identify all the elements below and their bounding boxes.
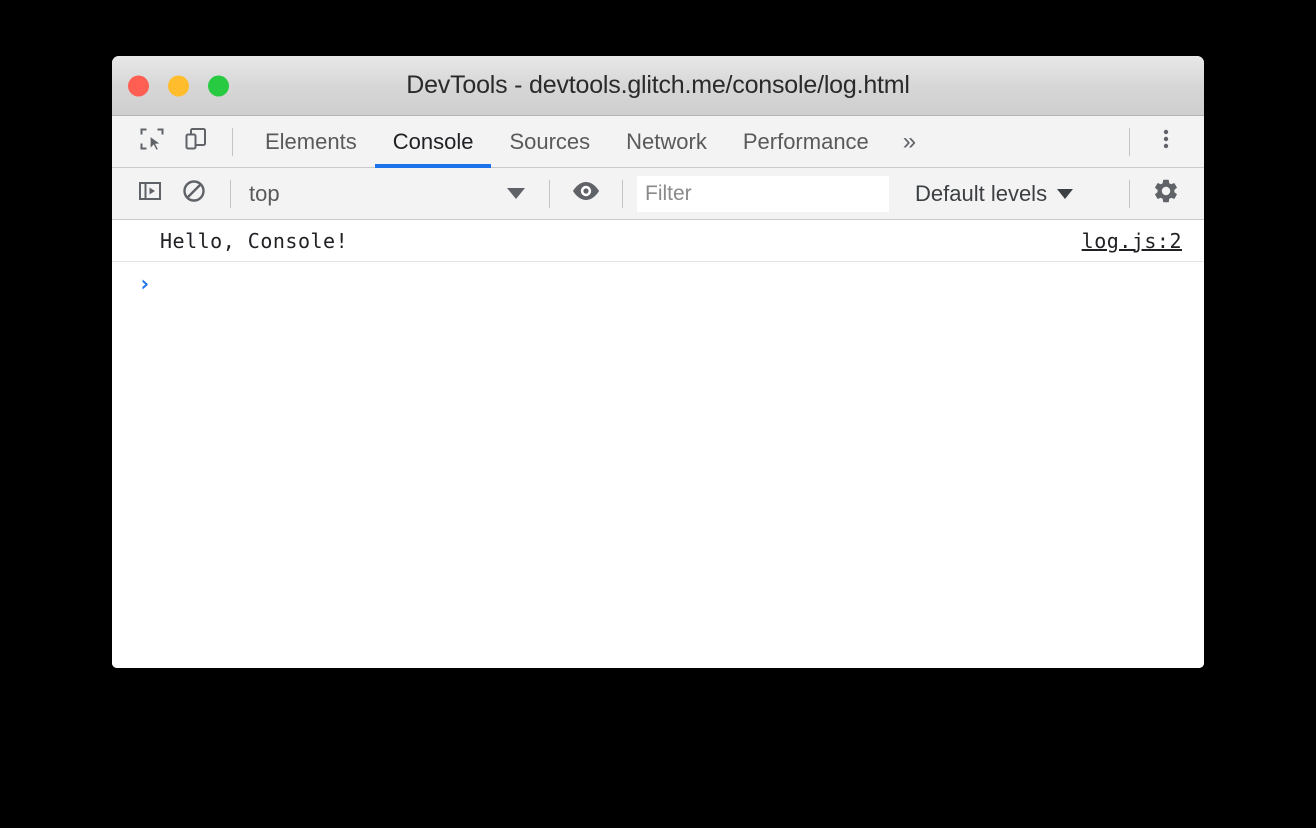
tab-network[interactable]: Network: [608, 116, 725, 168]
console-toolbar-divider-1: [230, 179, 231, 208]
tab-bar-right-group: [1115, 116, 1204, 168]
inspect-element-icon: [139, 126, 165, 157]
tab-console[interactable]: Console: [374, 116, 492, 168]
filter-input[interactable]: [637, 175, 889, 212]
tab-performance[interactable]: Performance: [725, 116, 887, 168]
console-toolbar-divider-2: [549, 179, 550, 208]
close-window-button[interactable]: [128, 75, 149, 96]
tab-sources-label: Sources: [509, 128, 591, 154]
tab-sources[interactable]: Sources: [491, 116, 608, 168]
console-message-source-link[interactable]: log.js:2: [1082, 229, 1182, 253]
console-settings-button[interactable]: [1144, 174, 1188, 214]
tab-elements-label: Elements: [265, 128, 357, 154]
more-tabs-button[interactable]: »: [887, 116, 932, 168]
device-toolbar-icon: [183, 126, 209, 157]
clear-console-icon: [181, 178, 207, 209]
devtools-window: DevTools - devtools.glitch.me/console/lo…: [112, 56, 1204, 668]
window-title: DevTools - devtools.glitch.me/console/lo…: [406, 71, 910, 99]
console-prompt-input[interactable]: [151, 262, 1204, 306]
zoom-window-button[interactable]: [208, 75, 229, 96]
tab-bar-divider: [232, 127, 233, 156]
console-message-text: Hello, Console!: [160, 228, 349, 253]
toggle-device-toolbar-button[interactable]: [174, 122, 218, 162]
log-levels-label: Default levels: [915, 180, 1048, 206]
main-menu-button[interactable]: [1144, 122, 1188, 162]
gear-icon: [1152, 177, 1180, 210]
console-toolbar-right-group: [1115, 174, 1204, 214]
minimize-window-button[interactable]: [168, 75, 189, 96]
tab-elements[interactable]: Elements: [247, 116, 375, 168]
inspect-element-button[interactable]: [130, 122, 174, 162]
console-toolbar-divider-3: [622, 179, 623, 208]
log-levels-selector[interactable]: Default levels: [901, 174, 1087, 214]
toggle-console-sidebar-button[interactable]: [128, 174, 172, 214]
show-console-sidebar-icon: [137, 178, 163, 209]
tab-console-label: Console: [392, 128, 474, 154]
chevron-down-icon: [1057, 188, 1074, 199]
console-body: Hello, Console! log.js:2 ›: [112, 220, 1204, 668]
console-toolbar-divider-4: [1129, 179, 1130, 208]
more-tabs-icon: »: [902, 127, 917, 155]
kebab-menu-icon: [1154, 127, 1178, 156]
tab-performance-label: Performance: [742, 128, 869, 154]
create-live-expression-button[interactable]: [564, 174, 608, 214]
tab-network-label: Network: [626, 128, 707, 154]
execution-context-selector[interactable]: top: [245, 174, 535, 214]
clear-console-button[interactable]: [172, 174, 216, 214]
console-toolbar: top Default levels: [112, 168, 1204, 220]
tab-bar: Elements Console Sources Network Perform…: [112, 116, 1204, 168]
console-prompt-row[interactable]: ›: [112, 262, 1204, 306]
title-bar: DevTools - devtools.glitch.me/console/lo…: [112, 56, 1204, 116]
console-message-row: Hello, Console! log.js:2: [112, 220, 1204, 262]
traffic-lights: [128, 75, 229, 96]
prompt-chevron-icon: ›: [138, 271, 152, 297]
execution-context-label: top: [249, 180, 280, 206]
main-menu-divider: [1129, 127, 1130, 156]
chevron-down-icon: [507, 188, 525, 199]
eye-icon: [571, 180, 601, 207]
